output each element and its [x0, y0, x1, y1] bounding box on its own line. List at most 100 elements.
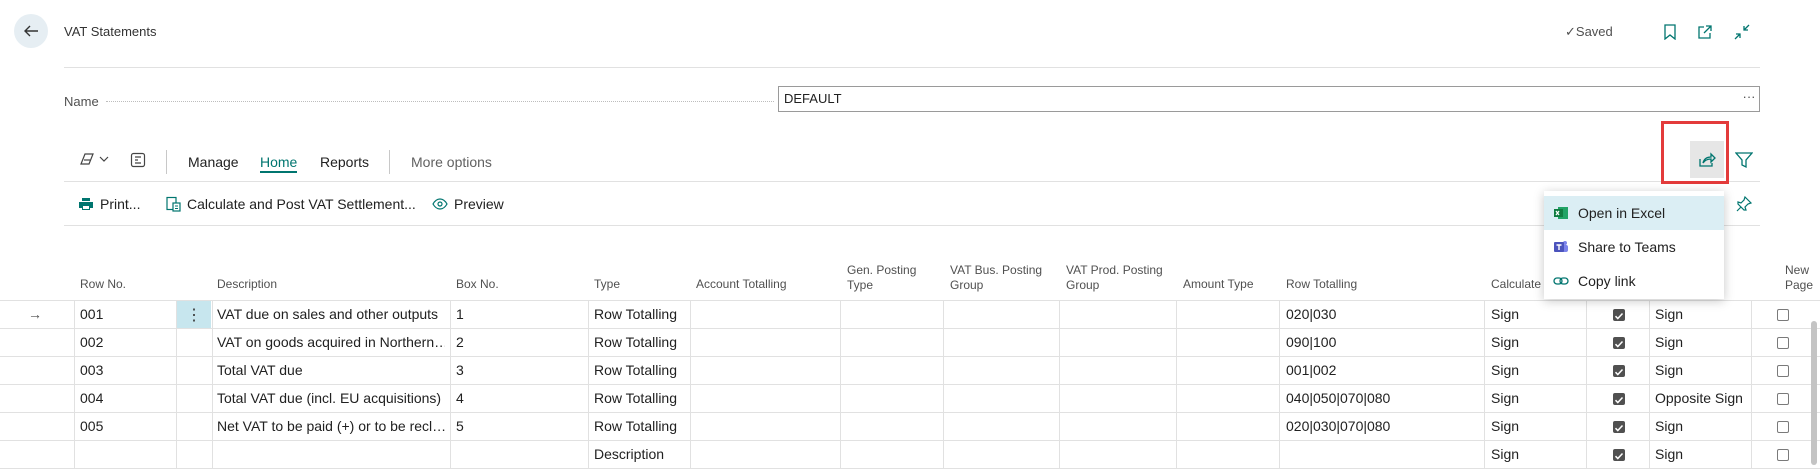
column-divider [212, 441, 213, 468]
row-actions-button[interactable]: ⋮ [177, 301, 211, 328]
name-lookup-button[interactable]: ··· [1738, 86, 1760, 112]
cell-row-no[interactable]: 005 [80, 413, 103, 440]
cell-calculate-with[interactable]: Sign [1491, 441, 1519, 468]
column-header-vat-bus-posting-group[interactable]: VAT Bus. Posting Group [950, 263, 1042, 293]
cell-calculate-with[interactable]: Sign [1491, 413, 1519, 440]
column-header-vat-prod-posting-group[interactable]: VAT Prod. Posting Group [1066, 263, 1163, 293]
print-checkbox[interactable] [1613, 393, 1625, 405]
cell-row-totalling[interactable]: 020|030|070|080 [1286, 413, 1390, 440]
column-header-gen-posting-type[interactable]: Gen. Posting Type [847, 263, 916, 293]
table-row[interactable]: → ⋮ 001 VAT due on sales and other outputs 1… [0, 301, 1820, 329]
share-button[interactable] [1690, 141, 1724, 178]
vertical-scrollbar[interactable] [1811, 321, 1817, 465]
cell-calculate-with[interactable]: Sign [1491, 357, 1519, 384]
column-divider [176, 413, 177, 440]
new-page-checkbox[interactable] [1777, 421, 1789, 433]
back-button[interactable] [14, 14, 48, 48]
cell-description[interactable]: Total VAT due (incl. EU acquisitions) [217, 385, 445, 412]
table-row[interactable]: 004 Total VAT due (incl. EU acquisitions)… [0, 385, 1820, 413]
cell-box-no[interactable]: 1 [456, 301, 464, 328]
new-page-checkbox[interactable] [1777, 309, 1789, 321]
print-checkbox[interactable] [1613, 421, 1625, 433]
copilot-menu-button[interactable] [78, 151, 109, 167]
cell-print-with[interactable]: Sign [1655, 329, 1683, 356]
cell-print-with[interactable]: Opposite Sign [1655, 385, 1743, 412]
table-row[interactable]: 005 Net VAT to be paid (+) or to be recl…… [0, 413, 1820, 441]
column-divider [1586, 357, 1587, 384]
cell-print-with[interactable]: Sign [1655, 413, 1683, 440]
preview-button[interactable]: Preview [432, 196, 504, 212]
current-row-arrow-icon: → [28, 306, 42, 322]
cell-row-no[interactable]: 003 [80, 357, 103, 384]
cell-type[interactable]: Row Totalling [594, 357, 677, 384]
column-header-account-totalling[interactable]: Account Totalling [696, 277, 787, 292]
new-page-checkbox[interactable] [1777, 365, 1789, 377]
preview-label: Preview [454, 196, 504, 212]
column-header-type[interactable]: Type [594, 277, 620, 292]
cell-box-no[interactable]: 4 [456, 385, 464, 412]
column-divider [1484, 329, 1485, 356]
name-input[interactable]: DEFAULT [778, 86, 1760, 112]
cell-row-totalling[interactable]: 040|050|070|080 [1286, 385, 1390, 412]
copy-link-menu-item[interactable]: Copy link [1544, 264, 1724, 298]
cell-row-totalling[interactable]: 090|100 [1286, 329, 1336, 356]
table-row[interactable]: 002 VAT on goods acquired in Northern… 2 Ro… [0, 329, 1820, 357]
cell-row-no[interactable]: 004 [80, 385, 103, 412]
cell-row-totalling[interactable]: 020|030 [1286, 301, 1336, 328]
column-header-description[interactable]: Description [217, 277, 277, 292]
tab-reports[interactable]: Reports [320, 154, 369, 170]
column-header-row-totalling[interactable]: Row Totalling [1286, 277, 1357, 292]
print-button[interactable]: Print... [78, 196, 140, 212]
cell-box-no[interactable]: 5 [456, 413, 464, 440]
calculate-post-vat-settlement-label: Calculate and Post VAT Settlement... [187, 196, 416, 212]
print-checkbox[interactable] [1613, 337, 1625, 349]
check-icon: ✓ [1565, 24, 1576, 39]
tab-manage[interactable]: Manage [188, 154, 239, 170]
print-checkbox[interactable] [1613, 365, 1625, 377]
new-page-checkbox[interactable] [1777, 337, 1789, 349]
cell-print-with[interactable]: Sign [1655, 301, 1683, 328]
cell-type[interactable]: Row Totalling [594, 329, 677, 356]
cell-row-totalling[interactable]: 001|002 [1286, 357, 1336, 384]
new-page-checkbox[interactable] [1777, 449, 1789, 461]
column-header-amount-type[interactable]: Amount Type [1183, 277, 1254, 292]
cell-print-with[interactable]: Sign [1655, 441, 1683, 468]
cell-box-no[interactable]: 2 [456, 329, 464, 356]
column-header-box-no[interactable]: Box No. [456, 277, 499, 292]
column-header-row-no[interactable]: Row No. [80, 277, 126, 292]
new-page-checkbox[interactable] [1777, 393, 1789, 405]
column-divider [943, 357, 944, 384]
cell-box-no[interactable]: 3 [456, 357, 464, 384]
cell-description[interactable]: Total VAT due [217, 357, 445, 384]
open-in-excel-menu-item[interactable]: Open in Excel [1544, 196, 1724, 230]
table-row[interactable]: 003 Total VAT due 3 Row Totalling 001|002 Sig… [0, 357, 1820, 385]
show-factbox-button[interactable] [130, 152, 146, 173]
cell-description[interactable]: VAT due on sales and other outputs [217, 301, 445, 328]
cell-calculate-with[interactable]: Sign [1491, 329, 1519, 356]
cell-calculate-with[interactable]: Sign [1491, 301, 1519, 328]
cell-row-no[interactable]: 001 [80, 301, 103, 328]
pin-button[interactable] [1733, 193, 1755, 215]
tab-home[interactable]: Home [260, 154, 298, 173]
share-to-teams-menu-item[interactable]: Share to Teams [1544, 230, 1724, 264]
cell-type[interactable]: Row Totalling [594, 413, 677, 440]
calculate-post-vat-settlement-button[interactable]: Calculate and Post VAT Settlement... [165, 196, 416, 212]
print-checkbox[interactable] [1613, 309, 1625, 321]
collapse-button[interactable] [1730, 20, 1754, 44]
bookmark-button[interactable] [1658, 20, 1682, 44]
print-checkbox[interactable] [1613, 449, 1625, 461]
cell-description[interactable] [217, 441, 445, 468]
cell-description[interactable]: VAT on goods acquired in Northern… [217, 329, 445, 356]
cell-calculate-with[interactable]: Sign [1491, 385, 1519, 412]
cell-type[interactable]: Row Totalling [594, 301, 677, 328]
cell-print-with[interactable]: Sign [1655, 357, 1683, 384]
cell-type[interactable]: Description [594, 441, 664, 468]
cell-type[interactable]: Row Totalling [594, 385, 677, 412]
cell-description[interactable]: Net VAT to be paid (+) or to be recl… [217, 413, 445, 440]
tab-more-options[interactable]: More options [411, 154, 492, 170]
column-divider [1751, 329, 1752, 356]
open-new-window-button[interactable] [1693, 20, 1717, 44]
filter-button[interactable] [1733, 148, 1755, 172]
cell-row-no[interactable]: 002 [80, 329, 103, 356]
column-header-new-page[interactable]: New Page [1785, 263, 1813, 293]
